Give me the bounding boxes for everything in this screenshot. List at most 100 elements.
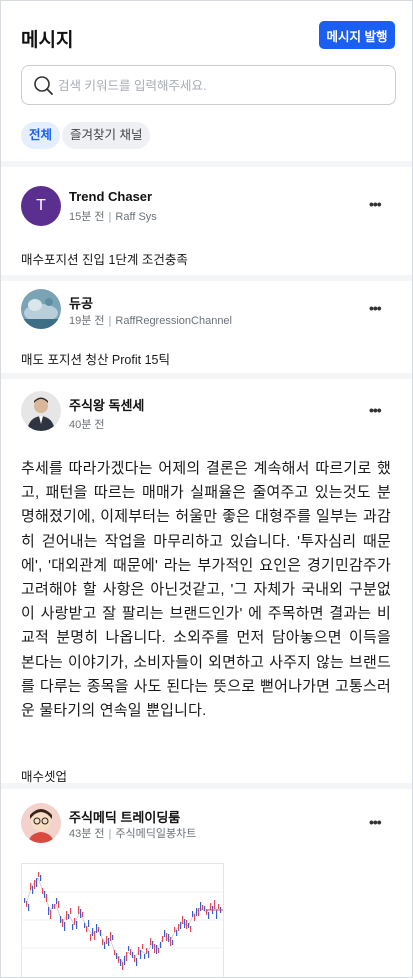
candle-mark bbox=[124, 956, 126, 965]
channel-avatar[interactable]: T bbox=[21, 186, 61, 226]
publish-message-button[interactable]: 메시지 발행 bbox=[319, 21, 395, 49]
page-title: 메시지 bbox=[21, 30, 74, 51]
candle-mark bbox=[122, 962, 124, 970]
candle-mark bbox=[50, 910, 52, 919]
post-meta: 15분 전 | Raff Sys bbox=[69, 208, 157, 224]
post-source: RaffRegressionChannel bbox=[115, 315, 232, 327]
candle-mark bbox=[174, 927, 176, 932]
meta-separator: | bbox=[108, 315, 112, 327]
channel-avatar[interactable] bbox=[21, 803, 61, 843]
candle-mark bbox=[200, 902, 202, 911]
post-body: 매수포지션 진입 1단계 조건충족 bbox=[21, 253, 188, 267]
candle-mark bbox=[152, 941, 154, 949]
search-input[interactable] bbox=[58, 75, 378, 97]
candle-mark bbox=[56, 898, 58, 904]
candle-mark bbox=[188, 923, 190, 928]
candle-mark bbox=[92, 928, 94, 936]
candle-mark bbox=[156, 945, 158, 954]
candle-mark bbox=[88, 920, 90, 927]
candle-mark bbox=[108, 938, 110, 946]
candle-mark bbox=[172, 940, 174, 945]
candle-mark bbox=[48, 907, 50, 915]
candle-mark bbox=[154, 944, 156, 953]
candle-mark bbox=[82, 912, 84, 917]
message-card[interactable]: 듀공 19분 전 | RaffRegressionChannel ••• 매도 포지… bbox=[1, 281, 412, 373]
post-source: 주식메딕일봉차트 bbox=[115, 828, 197, 840]
candle-mark bbox=[86, 926, 88, 932]
candle-mark bbox=[74, 918, 76, 925]
candle-mark bbox=[40, 875, 42, 881]
candle-mark bbox=[180, 922, 182, 929]
post-time: 15분 전 bbox=[69, 211, 105, 223]
post-time: 19분 전 bbox=[69, 315, 105, 327]
dugong-avatar-image bbox=[21, 289, 61, 329]
candle-mark bbox=[32, 886, 34, 894]
candle-mark bbox=[168, 934, 170, 942]
post-source: Raff Sys bbox=[115, 211, 157, 223]
candle-mark bbox=[136, 958, 138, 966]
candle-mark bbox=[216, 910, 218, 919]
message-card[interactable]: T Trend Chaser 15분 전 | Raff Sys ••• 매수포지션 … bbox=[1, 167, 412, 275]
more-options-icon[interactable]: ••• bbox=[369, 197, 389, 211]
candle-mark bbox=[24, 898, 26, 903]
candle-mark bbox=[138, 947, 140, 955]
candle-mark bbox=[76, 921, 78, 929]
filter-favorites-tab[interactable]: 즐겨찾기 채널 bbox=[62, 122, 151, 149]
candle-mark bbox=[196, 908, 198, 916]
candle-mark bbox=[204, 906, 206, 911]
candle-mark bbox=[52, 904, 54, 909]
candle-mark bbox=[146, 948, 148, 954]
candle-mark bbox=[100, 930, 102, 936]
candle-mark bbox=[58, 901, 60, 908]
candle-mark bbox=[164, 930, 166, 937]
channel-name[interactable]: 주식메딕 트레이딩룸 bbox=[69, 807, 180, 826]
candle-mark bbox=[72, 924, 74, 930]
more-options-icon[interactable]: ••• bbox=[369, 815, 389, 829]
candle-mark bbox=[142, 944, 144, 949]
candle-mark bbox=[90, 934, 92, 941]
candle-mark bbox=[102, 939, 104, 945]
post-body: 추세를 따라가겠다는 어제의 결론은 계속해서 따르기로 했고, 패턴을 따르는… bbox=[21, 460, 391, 720]
channel-avatar[interactable] bbox=[21, 391, 61, 431]
candle-mark bbox=[218, 904, 220, 909]
candle-mark bbox=[194, 914, 196, 921]
candle-mark bbox=[116, 953, 118, 959]
candle-mark bbox=[96, 924, 98, 933]
chart-thumbnail-image[interactable] bbox=[21, 863, 224, 977]
candlestick-chart-image bbox=[22, 864, 223, 977]
channel-name[interactable]: Trend Chaser bbox=[69, 189, 152, 204]
post-meta: 19분 전 | RaffRegressionChannel bbox=[69, 312, 232, 328]
channel-name[interactable]: 듀공 bbox=[69, 293, 93, 312]
candle-mark bbox=[42, 888, 44, 894]
candle-mark bbox=[170, 937, 172, 946]
post-meta: 43분 전 | 주식메딕일봉차트 bbox=[69, 825, 196, 841]
candle-mark bbox=[44, 891, 46, 898]
candle-mark bbox=[178, 924, 180, 931]
candle-mark bbox=[106, 936, 108, 944]
feed-header: 메시지 메시지 발행 전체 즐겨찾기 채널 bbox=[1, 1, 412, 161]
candle-mark bbox=[84, 923, 86, 928]
candle-mark bbox=[130, 949, 132, 955]
candle-mark bbox=[64, 922, 66, 931]
channel-name[interactable]: 주식왕 독센세 bbox=[69, 395, 144, 414]
candle-mark bbox=[184, 919, 186, 928]
candle-mark bbox=[126, 952, 128, 961]
filter-all-tab[interactable]: 전체 bbox=[21, 122, 61, 149]
candle-mark bbox=[60, 916, 62, 923]
candle-mark bbox=[140, 950, 142, 959]
candle-mark bbox=[198, 908, 200, 916]
channel-avatar[interactable] bbox=[21, 289, 61, 329]
candle-mark bbox=[30, 883, 32, 890]
candle-mark bbox=[214, 900, 216, 909]
candle-mark bbox=[148, 951, 150, 958]
candle-mark bbox=[134, 955, 136, 962]
candle-mark bbox=[70, 908, 72, 914]
candle-mark bbox=[166, 933, 168, 941]
candle-mark bbox=[186, 920, 188, 929]
candle-mark bbox=[210, 903, 212, 910]
candle-mark bbox=[120, 959, 122, 966]
more-options-icon[interactable]: ••• bbox=[369, 403, 389, 417]
more-options-icon[interactable]: ••• bbox=[369, 301, 389, 315]
search-box[interactable] bbox=[21, 65, 396, 105]
candle-mark bbox=[208, 912, 210, 919]
